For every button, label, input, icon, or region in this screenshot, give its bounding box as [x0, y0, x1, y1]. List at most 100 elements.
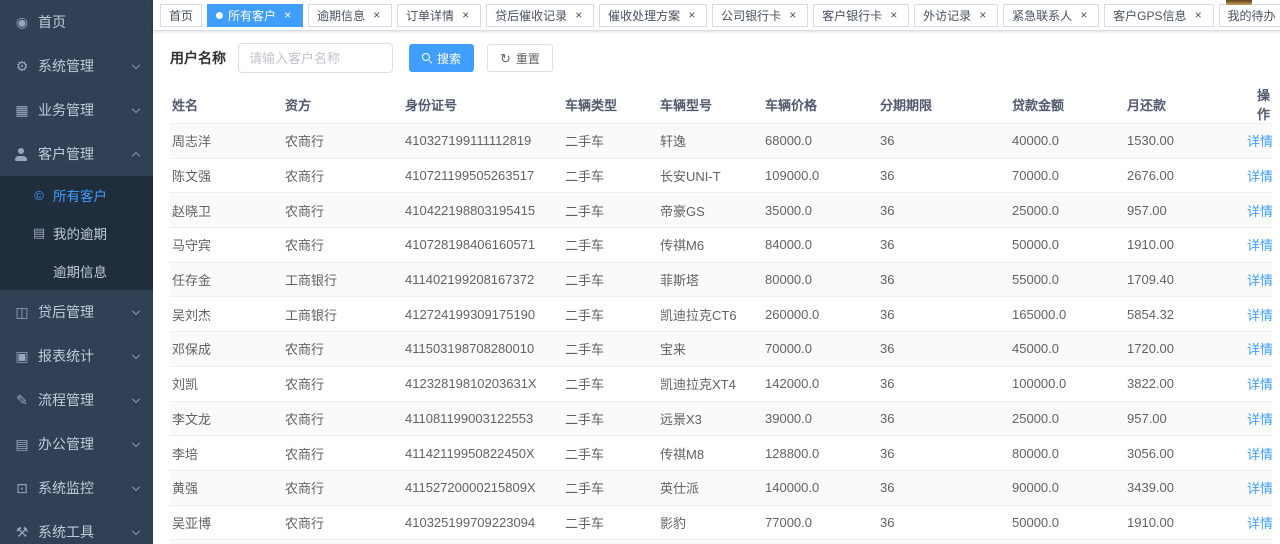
detail-link[interactable]: 详情 — [1247, 238, 1272, 253]
table-row: 李培 农商行 41142119950822450X 二手车 传祺M8 12880… — [170, 436, 1272, 471]
chevron-down-icon — [132, 526, 140, 534]
close-icon[interactable]: × — [572, 9, 585, 22]
sidebar-subitem[interactable]: © 所有客户 — [0, 176, 153, 214]
tab[interactable]: 客户银行卡 × — [813, 4, 909, 27]
close-icon[interactable]: × — [976, 9, 989, 22]
detail-link[interactable]: 详情 — [1247, 377, 1272, 392]
refresh-icon: ↻ — [500, 52, 511, 65]
tab-label: 所有客户 — [228, 7, 276, 24]
cell-model: 轩逸 — [658, 124, 763, 159]
detail-link[interactable]: 详情 — [1247, 481, 1272, 496]
cell-loan: 55000.0 — [1010, 262, 1125, 297]
sidebar-top-group: ◉ 首页 ⚙ 系统管理 ▦ 业务管理 客户 — [0, 0, 153, 176]
cell-price: 142000.0 — [763, 366, 878, 401]
cell-action: 详情 — [1245, 228, 1272, 263]
tab[interactable]: 催收处理方案 × — [599, 4, 707, 27]
cell-funder: 工商银行 — [283, 540, 403, 544]
sidebar-item-label: 客户管理 — [38, 144, 125, 164]
sidebar-item[interactable]: ⊡ 系统监控 — [0, 466, 153, 510]
detail-link[interactable]: 详情 — [1247, 204, 1272, 219]
tab[interactable]: 订单详情 × — [397, 4, 481, 27]
cell-funder: 农商行 — [283, 366, 403, 401]
detail-link[interactable]: 详情 — [1247, 516, 1272, 531]
close-icon[interactable]: × — [281, 9, 294, 22]
column-header: 资方 — [283, 85, 403, 124]
detail-link[interactable]: 详情 — [1247, 134, 1272, 149]
sidebar-item[interactable]: ⚒ 系统工具 — [0, 510, 153, 544]
cell-id-number: 410327199111112819 — [403, 124, 563, 159]
detail-link[interactable]: 详情 — [1247, 308, 1272, 323]
cell-price — [763, 540, 878, 544]
cell-vehicle-type: 二手车 — [563, 158, 658, 193]
sidebar-item[interactable]: 客户管理 — [0, 132, 153, 176]
tab[interactable]: 贷后催收记录 × — [486, 4, 594, 27]
cell-term: 36 — [878, 262, 1010, 297]
chevron-down-icon — [132, 104, 140, 112]
search-input[interactable] — [238, 43, 393, 73]
sidebar-item[interactable]: ✎ 流程管理 — [0, 378, 153, 422]
tab[interactable]: 紧急联系人 × — [1003, 4, 1099, 27]
cell-name: 李培 — [170, 436, 283, 471]
sidebar-item[interactable]: ◫ 贷后管理 — [0, 290, 153, 334]
cell-id-number: 412724199309175190 — [403, 297, 563, 332]
close-icon[interactable]: × — [1192, 9, 1205, 22]
cell-vehicle-type: 二手车 — [563, 228, 658, 263]
chevron-down-icon — [132, 306, 140, 314]
cell-loan: 40000.0 — [1010, 124, 1125, 159]
tab-label: 催收处理方案 — [608, 7, 680, 24]
close-icon[interactable]: × — [887, 9, 900, 22]
tab[interactable]: 公司银行卡 × — [712, 4, 808, 27]
close-icon[interactable]: × — [685, 9, 698, 22]
avatar[interactable] — [1226, 0, 1252, 5]
detail-link[interactable]: 详情 — [1247, 273, 1272, 288]
close-icon[interactable]: × — [370, 9, 383, 22]
tab[interactable]: 我的待办 × — [1219, 4, 1280, 27]
tab[interactable]: 逾期信息 × — [308, 4, 392, 27]
cell-action: 详情 — [1245, 540, 1272, 544]
sidebar-item[interactable]: ◉ 首页 — [0, 0, 153, 44]
cell-model: 菲斯塔 — [658, 262, 763, 297]
detail-link[interactable]: 详情 — [1247, 412, 1272, 427]
cell-vehicle-type: 二手车 — [563, 124, 658, 159]
sidebar-subitem[interactable]: 逾期信息 — [0, 252, 153, 290]
submenu-icon: ▤ — [32, 225, 46, 241]
detail-link[interactable]: 详情 — [1247, 447, 1272, 462]
tab[interactable]: 首页 — [160, 4, 202, 27]
cell-loan: 90000.0 — [1010, 470, 1125, 505]
reset-button[interactable]: ↻ 重置 — [487, 44, 553, 72]
cell-vehicle-type: 二手车 — [563, 297, 658, 332]
table-row: 黄强 农商行 41152720000215809X 二手车 英仕派 140000… — [170, 470, 1272, 505]
cell-loan: 25000.0 — [1010, 401, 1125, 436]
cell-model: 传祺M8 — [658, 436, 763, 471]
cell-id-number: 410422198803195415 — [403, 193, 563, 228]
cell-price: 84000.0 — [763, 228, 878, 263]
search-button[interactable]: 搜索 — [409, 44, 474, 72]
cell-name: 李文龙 — [170, 401, 283, 436]
cell-monthly: 1910.00 — [1125, 505, 1245, 540]
close-icon[interactable]: × — [786, 9, 799, 22]
table-row: 刘凯 农商行 41232819810203631X 二手车 凯迪拉克XT4 14… — [170, 366, 1272, 401]
cell-price: 128800.0 — [763, 436, 878, 471]
close-icon[interactable]: × — [459, 9, 472, 22]
cell-monthly: 3822.00 — [1125, 366, 1245, 401]
sidebar-item[interactable]: ▦ 业务管理 — [0, 88, 153, 132]
cell-model: 凯迪拉克CT6 — [658, 297, 763, 332]
sidebar-item[interactable]: ▣ 报表统计 — [0, 334, 153, 378]
tab[interactable]: 所有客户 × — [207, 4, 303, 27]
menu-icon: ◉ — [14, 14, 30, 31]
detail-link[interactable]: 详情 — [1247, 342, 1272, 357]
column-header: 贷款金额 — [1010, 85, 1125, 124]
column-header: 车辆型号 — [658, 85, 763, 124]
detail-link[interactable]: 详情 — [1247, 169, 1272, 184]
sidebar-item[interactable]: ▤ 办公管理 — [0, 422, 153, 466]
tab[interactable]: 客户GPS信息 × — [1104, 4, 1213, 27]
sidebar-subitem[interactable]: ▤ 我的逾期 — [0, 214, 153, 252]
sidebar-item[interactable]: ⚙ 系统管理 — [0, 44, 153, 88]
cell-name: 吴刘杰 — [170, 297, 283, 332]
close-icon[interactable]: × — [1077, 9, 1090, 22]
table-row: 吴刘杰 工商银行 412724199309175190 二手车 凯迪拉克CT6 … — [170, 297, 1272, 332]
cell-name: 周志洋 — [170, 124, 283, 159]
tab[interactable]: 外访记录 × — [914, 4, 998, 27]
cell-price: 68000.0 — [763, 124, 878, 159]
sidebar-submenu: © 所有客户 ▤ 我的逾期 逾期信息 — [0, 176, 153, 290]
